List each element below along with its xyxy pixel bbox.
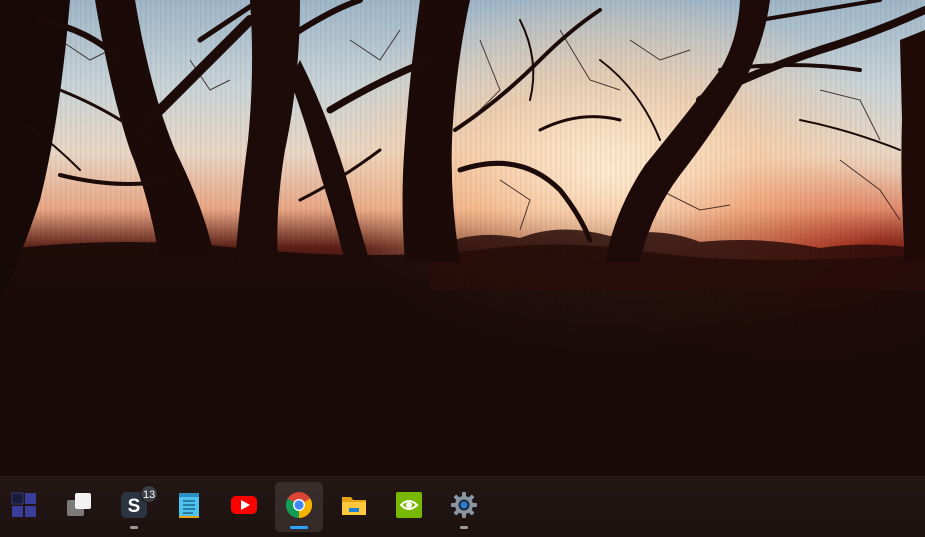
running-indicator bbox=[460, 526, 468, 529]
chrome-icon bbox=[285, 492, 313, 519]
youtube-icon bbox=[231, 496, 257, 514]
start-button[interactable] bbox=[0, 482, 48, 532]
task-view-icon bbox=[67, 493, 91, 516]
youtube-button[interactable] bbox=[220, 482, 268, 532]
app-s-button[interactable]: S 13 bbox=[110, 482, 159, 532]
active-indicator bbox=[290, 526, 308, 529]
chrome-button[interactable] bbox=[275, 482, 323, 532]
file-explorer-button[interactable] bbox=[330, 482, 378, 532]
task-view-button[interactable] bbox=[55, 482, 103, 532]
running-indicator bbox=[130, 526, 138, 529]
nvidia-button[interactable] bbox=[385, 482, 433, 532]
svg-text:S: S bbox=[128, 496, 141, 517]
notepad-icon bbox=[179, 493, 199, 518]
desktop-wallpaper bbox=[0, 0, 925, 476]
wallpaper-texture bbox=[0, 0, 925, 476]
folder-icon bbox=[342, 497, 366, 515]
settings-button[interactable] bbox=[440, 482, 488, 532]
notification-badge: 13 bbox=[140, 485, 159, 503]
taskbar: S 13 bbox=[0, 476, 925, 537]
notepad-button[interactable] bbox=[165, 482, 213, 532]
windows-start-icon bbox=[11, 492, 36, 517]
nvidia-icon bbox=[396, 492, 422, 518]
gear-icon bbox=[451, 492, 477, 518]
